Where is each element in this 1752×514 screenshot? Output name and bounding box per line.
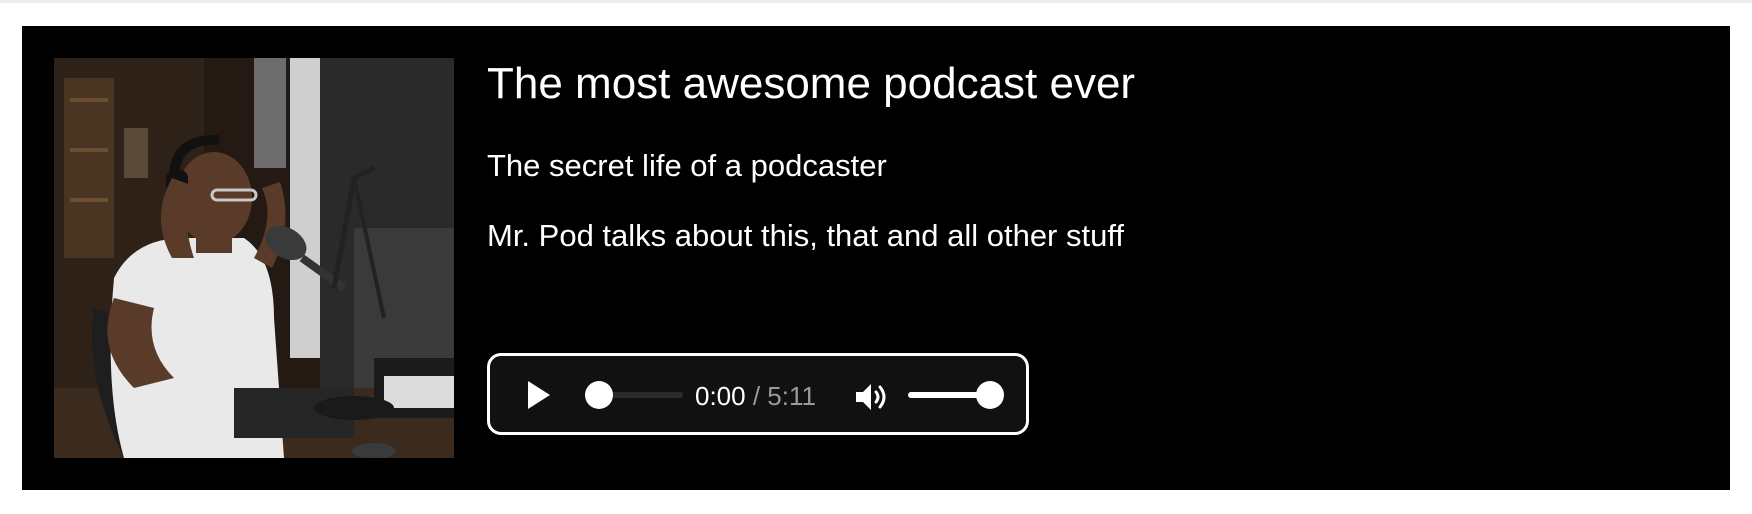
- volume-slider[interactable]: [908, 381, 1004, 409]
- page-top-divider: [0, 0, 1752, 3]
- play-button[interactable]: [520, 377, 556, 413]
- seek-thumb[interactable]: [585, 381, 613, 409]
- play-icon: [528, 381, 550, 409]
- podcast-cover-image: [54, 58, 454, 458]
- episode-subtitle: The secret life of a podcaster: [487, 148, 887, 183]
- current-time: 0:00: [695, 381, 746, 411]
- episode-description: Mr. Pod talks about this, that and all o…: [487, 218, 1125, 253]
- speaker-icon: [856, 384, 886, 410]
- volume-thumb[interactable]: [976, 381, 1004, 409]
- duration: 5:11: [767, 381, 816, 411]
- time-display: 0:00 / 5:11: [695, 381, 816, 411]
- audio-player: 0:00 / 5:11: [487, 353, 1029, 435]
- podcast-title: The most awesome podcast ever: [487, 59, 1136, 108]
- seek-slider[interactable]: [585, 381, 683, 409]
- time-separator: /: [745, 381, 768, 411]
- mute-button[interactable]: [854, 381, 890, 413]
- podcast-card: The most awesome podcast ever The secret…: [22, 26, 1730, 490]
